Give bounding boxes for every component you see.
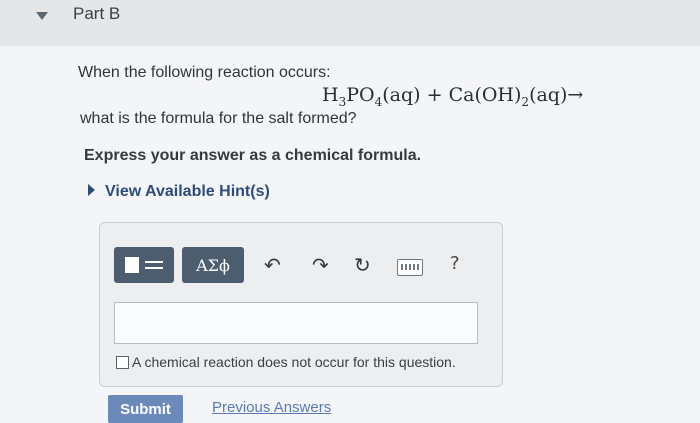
help-button[interactable]: ? <box>450 253 460 274</box>
reset-icon[interactable]: ↻ <box>354 253 371 277</box>
symbols-button[interactable]: ΑΣϕ <box>182 247 244 283</box>
answer-panel: ΑΣϕ ↶ ↷ ↻ ? A chemical reaction does not… <box>99 222 503 387</box>
submit-button[interactable]: Submit <box>108 395 183 423</box>
collapse-caret-icon[interactable] <box>36 12 48 20</box>
chemical-equation: H3PO4(aq) + Ca(OH)2(aq)→ <box>322 84 584 109</box>
part-header: Part B <box>0 0 700 46</box>
undo-icon[interactable]: ↶ <box>264 253 281 277</box>
answer-instruction: Express your answer as a chemical formul… <box>84 147 422 164</box>
previous-answers-link[interactable]: Previous Answers <box>212 399 331 416</box>
part-title: Part B <box>73 4 121 23</box>
redo-icon[interactable]: ↷ <box>312 253 329 277</box>
question-prompt: what is the formula for the salt formed? <box>80 110 357 127</box>
view-hints-link[interactable]: View Available Hint(s) <box>88 183 270 201</box>
template-lines-icon <box>145 261 163 269</box>
question-intro: When the following reaction occurs: <box>78 64 331 81</box>
keyboard-icon[interactable] <box>397 259 423 276</box>
templates-button[interactable] <box>114 247 174 283</box>
no-reaction-option[interactable]: A chemical reaction does not occur for t… <box>116 354 456 370</box>
answer-input[interactable] <box>114 302 478 344</box>
hint-expand-arrow-icon <box>88 184 95 196</box>
template-box-icon <box>125 257 139 273</box>
no-reaction-checkbox[interactable] <box>116 355 129 369</box>
